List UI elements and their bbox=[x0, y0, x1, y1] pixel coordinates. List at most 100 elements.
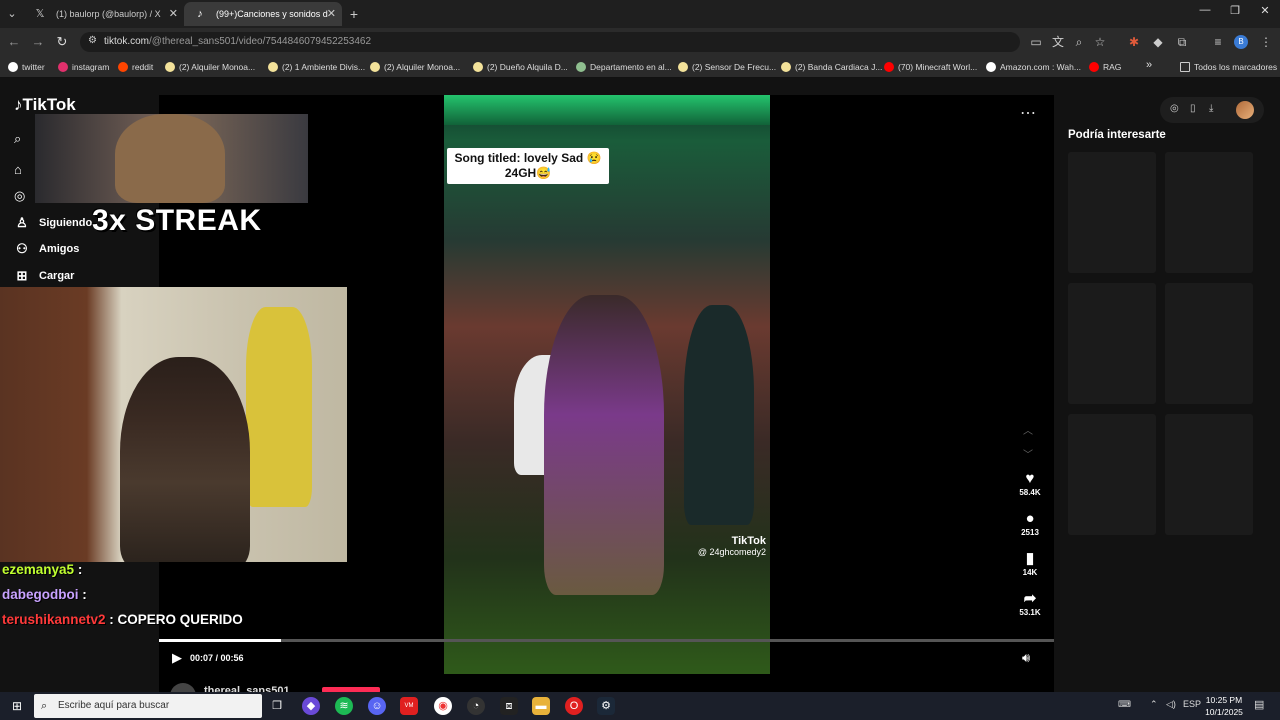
tab-search-button[interactable]: ⌄ bbox=[0, 2, 24, 26]
bookmark-item[interactable]: RAG bbox=[1089, 60, 1121, 74]
progress-bar[interactable] bbox=[159, 639, 1054, 642]
cast-icon[interactable]: ▭ bbox=[1028, 34, 1044, 50]
bookmark-item[interactable]: (2) Dueño Alquila D... bbox=[473, 60, 568, 74]
reload-icon[interactable]: ↻ bbox=[54, 34, 70, 50]
extension-icon[interactable]: ◆ bbox=[1150, 34, 1166, 50]
extensions-puzzle-icon[interactable]: ⧉ bbox=[1174, 34, 1190, 50]
clock[interactable]: 10:25 PM 10/1/2025 bbox=[1198, 694, 1250, 718]
menu-kebab-icon[interactable]: ⋮ bbox=[1258, 34, 1274, 50]
bookmark-item[interactable]: (70) Minecraft Worl... bbox=[884, 60, 977, 74]
bookmark-item[interactable]: (2) Alquiler Monoa... bbox=[165, 60, 255, 74]
chat-user: dabegodboi bbox=[2, 587, 79, 602]
new-tab-button[interactable]: + bbox=[344, 2, 364, 26]
video-figure bbox=[684, 305, 754, 525]
more-bookmarks-button[interactable]: » bbox=[1146, 58, 1152, 72]
download-icon[interactable]: ⤓ bbox=[1209, 103, 1213, 114]
nav-upload[interactable]: ⊞ Cargar bbox=[14, 266, 75, 286]
bookmark-favicon-icon bbox=[986, 62, 996, 72]
tiktok-logo[interactable]: ♪TikTok bbox=[14, 95, 76, 115]
bookmark-item[interactable]: (2) Alquiler Monoa... bbox=[370, 60, 460, 74]
bookmark-item[interactable]: twitter bbox=[8, 60, 45, 74]
watermark-handle: @ 24ghcomedy2 bbox=[697, 547, 766, 557]
bookmark-item[interactable]: (2) Banda Cardiaca J... bbox=[781, 60, 882, 74]
share-button[interactable]: ➦ 53.1K bbox=[1014, 590, 1046, 617]
restore-icon[interactable]: ❐ bbox=[1220, 4, 1250, 17]
suggestion-tile[interactable] bbox=[1068, 152, 1156, 273]
discord-icon[interactable]: ☺ bbox=[368, 697, 386, 715]
search-icon[interactable]: ⌕ bbox=[14, 131, 21, 147]
bookmark-label: twitter bbox=[22, 62, 45, 72]
chrome-icon[interactable]: ◉ bbox=[434, 697, 452, 715]
bookmark-item[interactable]: (2) 1 Ambiente Divis... bbox=[268, 60, 365, 74]
close-icon[interactable]: ✕ bbox=[169, 2, 178, 26]
copilot-icon[interactable]: ◆ bbox=[302, 697, 320, 715]
minimize-icon[interactable]: — bbox=[1190, 4, 1220, 16]
tiktok-icon: ♪ bbox=[197, 8, 203, 20]
save-button[interactable]: ▮ 14K bbox=[1014, 550, 1046, 577]
tab-x[interactable]: 𝕏 (1) baulorp (@baulorp) / X ✕ bbox=[24, 2, 184, 26]
explore-compass-icon[interactable]: ◎ bbox=[14, 188, 25, 204]
play-icon[interactable]: ▶ bbox=[172, 650, 182, 666]
file-explorer-icon[interactable]: ▬ bbox=[532, 697, 550, 715]
bookmark-favicon-icon bbox=[576, 62, 586, 72]
volume-icon[interactable]: 🔊︎ bbox=[1022, 650, 1030, 666]
bookmark-item[interactable]: reddit bbox=[118, 60, 153, 74]
extension-icon[interactable]: ✱ bbox=[1126, 34, 1142, 50]
taskbar-search[interactable]: ⌕ Escribe aquí para buscar bbox=[34, 694, 262, 718]
volume-tray-icon[interactable]: ◁) bbox=[1166, 699, 1176, 710]
bookmark-item[interactable]: instagram bbox=[58, 60, 109, 74]
keyboard-icon[interactable]: ⌨ bbox=[1118, 699, 1131, 710]
profile-avatar[interactable]: B bbox=[1234, 35, 1248, 49]
windows-start-icon[interactable]: ⊞ bbox=[8, 697, 26, 715]
suggestion-tile[interactable] bbox=[1068, 414, 1156, 535]
suggestion-tile[interactable] bbox=[1068, 283, 1156, 404]
video-frame[interactable]: Song titled: lovely Sad 😢 24GH😅 TikTok @… bbox=[444, 95, 770, 674]
chat-message: terushikannetv2 : COPERO QUERIDO bbox=[2, 612, 243, 627]
translate-icon[interactable]: 文 bbox=[1050, 34, 1066, 50]
suggestion-tile[interactable] bbox=[1165, 152, 1253, 273]
next-video-icon[interactable]: ﹀ bbox=[1023, 446, 1033, 461]
media-control-icon[interactable]: ≡ bbox=[1210, 34, 1226, 50]
tab-tiktok[interactable]: ♪ (99+)Canciones y sonidos d ✕ bbox=[184, 2, 342, 26]
address-bar[interactable]: ⚙ tiktok.com/@thereal_sans501/video/7544… bbox=[80, 32, 1020, 52]
bookmark-favicon-icon bbox=[370, 62, 380, 72]
all-bookmarks-folder[interactable]: Todos los marcadores bbox=[1180, 60, 1277, 74]
more-options-icon[interactable]: ⋯ bbox=[1020, 103, 1036, 123]
forward-arrow-icon[interactable]: → bbox=[30, 34, 46, 50]
explore-compass-icon[interactable]: ◎ bbox=[1170, 103, 1179, 114]
previous-video-icon[interactable]: ︿ bbox=[1023, 422, 1033, 437]
like-button[interactable]: ♥ 58.4K bbox=[1014, 470, 1046, 497]
close-window-icon[interactable]: ✕ bbox=[1250, 4, 1280, 17]
webcam-streamer-figure bbox=[120, 357, 250, 562]
voicemeeter-icon[interactable]: VM bbox=[400, 697, 418, 715]
back-arrow-icon[interactable]: ← bbox=[6, 34, 22, 50]
suggestion-tile[interactable] bbox=[1165, 414, 1253, 535]
suggestion-tile[interactable] bbox=[1165, 283, 1253, 404]
zoom-icon[interactable]: ⌕ bbox=[1071, 34, 1087, 50]
home-icon[interactable]: ⌂ bbox=[14, 162, 22, 177]
nav-friends[interactable]: ⚇ Amigos bbox=[14, 239, 79, 259]
bookmark-item[interactable]: Departamento en al... bbox=[576, 60, 672, 74]
comment-count: 2513 bbox=[1021, 528, 1039, 537]
tray-chevron-icon[interactable]: ⌃ bbox=[1150, 699, 1158, 710]
nav-following[interactable]: ♙ Siguiendo bbox=[14, 213, 92, 233]
user-avatar[interactable] bbox=[1236, 101, 1254, 119]
site-info-icon[interactable]: ⚙ bbox=[88, 35, 97, 46]
bookmark-item[interactable]: Amazon.com : Wah... bbox=[986, 60, 1081, 74]
bookmark-label: (2) Alquiler Monoa... bbox=[179, 62, 256, 72]
bookmark-item[interactable]: (2) Sensor De Frecu... bbox=[678, 60, 776, 74]
steam-icon[interactable]: ⚙ bbox=[597, 697, 615, 715]
bookmark-star-icon[interactable]: ☆ bbox=[1092, 34, 1108, 50]
video-caption: Song titled: lovely Sad 😢 24GH😅 bbox=[447, 148, 609, 184]
spotify-icon[interactable]: ≋ bbox=[335, 697, 353, 715]
mobile-icon[interactable]: ▯ bbox=[1190, 103, 1196, 114]
opera-icon[interactable]: O bbox=[565, 697, 583, 715]
comment-button[interactable]: ● 2513 bbox=[1014, 510, 1046, 537]
notifications-icon[interactable]: ▤ bbox=[1254, 698, 1264, 711]
webcam-face bbox=[115, 114, 225, 203]
close-icon[interactable]: ✕ bbox=[327, 2, 336, 26]
capcut-icon[interactable]: ⧈ bbox=[500, 697, 518, 715]
bookmark-label: Amazon.com : Wah... bbox=[1000, 62, 1081, 72]
obs-icon[interactable]: ◔ bbox=[467, 697, 485, 715]
task-view-icon[interactable]: ❒ bbox=[268, 697, 286, 715]
